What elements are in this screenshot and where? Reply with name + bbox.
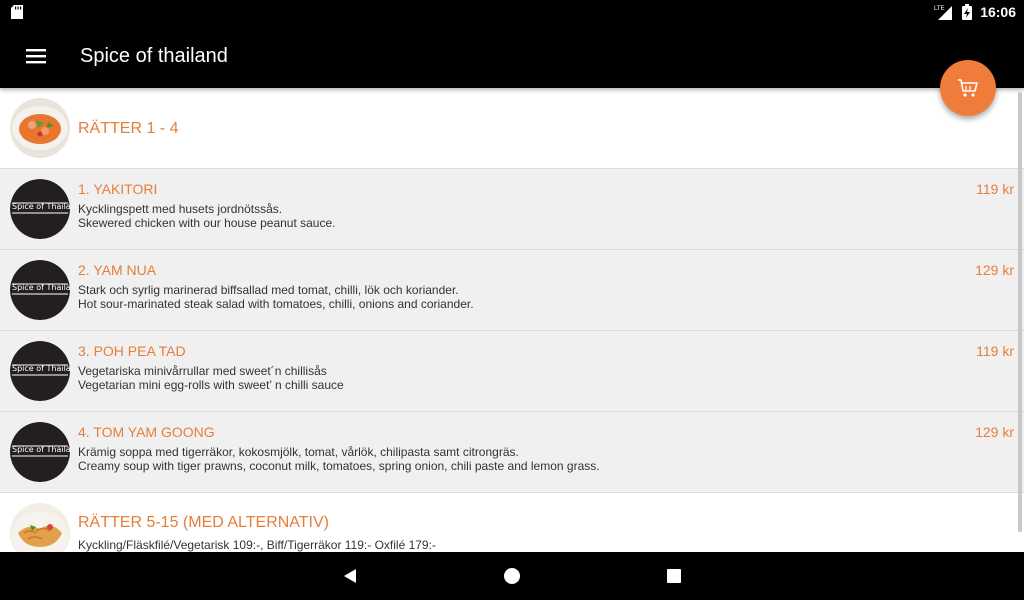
svg-text:LTE: LTE — [934, 6, 945, 12]
item-description-sv: Vegetariska minivårrullar med sweet´n ch… — [78, 364, 327, 378]
cart-button[interactable] — [940, 60, 996, 116]
category-food-image — [10, 98, 70, 158]
item-price: 119 kr — [976, 181, 1014, 197]
item-name: 4. TOM YAM GOONG — [78, 424, 215, 440]
item-description-en: Vegetarian mini egg-rolls with sweet’ n … — [78, 378, 344, 392]
item-description-en: Creamy soup with tiger prawns, coconut m… — [78, 459, 600, 473]
logo-image: Spice of Thailand — [10, 179, 70, 239]
sd-card-icon — [11, 5, 23, 19]
battery-charging-icon — [962, 4, 973, 20]
menu-list: RÄTTER 1 - 4 Spice of Thailand 1. YAKITO… — [0, 88, 1024, 552]
item-description-sv: Stark och syrlig marinerad biffsallad me… — [78, 283, 459, 297]
menu-item-row[interactable]: Spice of Thailand 1. YAKITORI 119 kr Kyc… — [0, 169, 1024, 250]
hamburger-menu-icon — [26, 49, 46, 64]
category-food-image — [10, 503, 70, 552]
system-nav-bar — [0, 552, 1024, 600]
item-price: 119 kr — [976, 343, 1014, 359]
item-name: 3. POH PEA TAD — [78, 343, 186, 359]
home-button[interactable] — [500, 564, 524, 588]
item-price: 129 kr — [975, 424, 1014, 440]
item-description-sv: Krämig soppa med tigerräkor, kokosmjölk,… — [78, 445, 519, 459]
clock: 16:06 — [980, 4, 1016, 20]
category-row[interactable]: RÄTTER 5-15 (MED ALTERNATIV) Kyckling/Fl… — [0, 493, 1024, 552]
category-title: RÄTTER 5-15 (MED ALTERNATIV) — [78, 514, 329, 531]
category-description: Kyckling/Fläskfilé/Vegetarisk 109:-, Bif… — [78, 538, 436, 552]
app-bar: Spice of thailand — [0, 24, 1024, 88]
menu-item-row[interactable]: Spice of Thailand 3. POH PEA TAD 119 kr … — [0, 331, 1024, 412]
item-name: 2. YAM NUA — [78, 262, 157, 278]
category-title: RÄTTER 1 - 4 — [78, 120, 179, 137]
item-description-en: Hot sour-marinated steak salad with toma… — [78, 297, 474, 311]
back-button[interactable] — [338, 564, 362, 588]
category-row[interactable]: RÄTTER 1 - 4 — [0, 88, 1024, 169]
item-description-en: Skewered chicken with our house peanut s… — [78, 216, 336, 230]
lte-signal-icon: LTE — [934, 6, 953, 20]
home-circle-icon — [504, 568, 520, 584]
shopping-cart-icon — [958, 79, 978, 97]
scrollbar[interactable] — [1018, 92, 1022, 532]
menu-item-row[interactable]: Spice of Thailand 2. YAM NUA 129 kr Star… — [0, 250, 1024, 331]
logo-image: Spice of Thailand — [10, 422, 70, 482]
recents-square-icon — [667, 569, 681, 583]
recents-button[interactable] — [662, 564, 686, 588]
item-price: 129 kr — [975, 262, 1014, 278]
status-bar: LTE 16:06 — [0, 0, 1024, 24]
logo-image: Spice of Thailand — [10, 260, 70, 320]
app-title: Spice of thailand — [80, 45, 228, 67]
back-triangle-icon — [344, 569, 356, 583]
item-name: 1. YAKITORI — [78, 181, 158, 197]
menu-button[interactable] — [22, 44, 50, 68]
item-description-sv: Kycklingspett med husets jordnötssås. — [78, 202, 283, 216]
logo-image: Spice of Thailand — [10, 341, 70, 401]
menu-item-row[interactable]: Spice of Thailand 4. TOM YAM GOONG 129 k… — [0, 412, 1024, 493]
